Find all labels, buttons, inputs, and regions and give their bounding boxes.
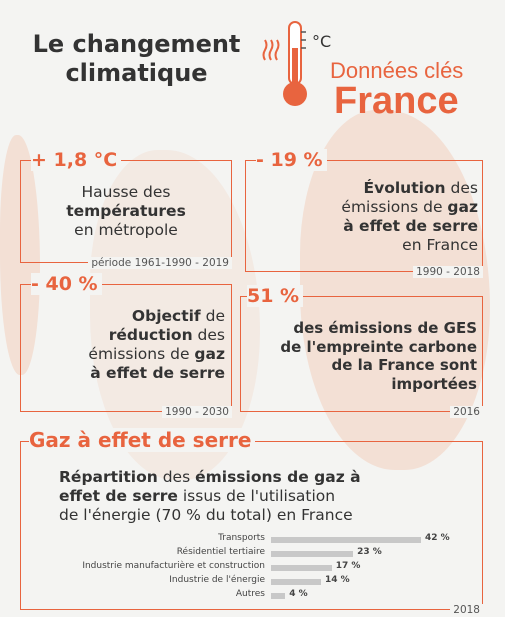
bar	[271, 537, 421, 543]
title-line-1: Le changement	[32, 30, 241, 58]
bar-row: Industrie de l'énergie 14 %	[21, 575, 484, 589]
bar	[271, 551, 354, 557]
bar	[271, 593, 286, 599]
stat-description: Hausse des températures en métropole	[66, 183, 186, 239]
ghg-section: Gaz à effet de serre Répartition des émi…	[20, 428, 484, 616]
degree-celsius-label: °C	[312, 32, 332, 51]
bar-category-label: Industrie manufacturière et construction	[82, 561, 265, 571]
country-label: France	[334, 80, 459, 122]
stat-value: - 19 %	[256, 149, 327, 171]
chart-subtitle: Répartition des émissions de gaz à effet…	[59, 468, 361, 524]
stat-period: 1990 - 2018	[413, 266, 483, 278]
page-title: Le changement climatique	[14, 30, 259, 88]
bar-row: Autres 4 %	[21, 589, 484, 603]
bar-category-label: Résidentiel tertiaire	[176, 547, 265, 557]
stat-card-reduction-goal: - 40 % Objectif de réduction des émissio…	[20, 273, 232, 418]
thermometer-icon	[283, 21, 307, 106]
stat-card-emissions-change: - 19 % Évolution des émissions de gaz à …	[245, 149, 483, 278]
bar	[271, 565, 332, 571]
bar-value-label: 42 %	[425, 533, 450, 543]
stat-card-temperature: + 1,8 °C Hausse des températures en métr…	[20, 149, 232, 269]
bar-value-label: 17 %	[335, 561, 361, 571]
bar-row: Résidentiel tertiaire 23 %	[21, 547, 484, 561]
bar-category-label: Autres	[235, 589, 265, 599]
stat-description: Objectif de réduction des émissions de g…	[88, 307, 225, 382]
stat-value: + 1,8 °C	[31, 149, 122, 171]
stat-value: - 40 %	[31, 273, 102, 295]
stat-period: 2016	[450, 406, 483, 418]
title-line-2: climatique	[65, 59, 208, 87]
heat-waves-icon	[262, 39, 280, 61]
bar	[271, 579, 321, 585]
chart-year: 2018	[450, 604, 483, 616]
bar-value-label: 4 %	[289, 589, 308, 599]
bar-row: Industrie manufacturière et construction…	[21, 561, 484, 575]
stat-description: des émissions de GES de l'empreinte carb…	[280, 319, 477, 393]
bar-category-label: Industrie de l'énergie	[169, 575, 265, 585]
stat-period: 1990 - 2030	[162, 406, 232, 418]
bar-value-label: 23 %	[357, 547, 382, 557]
stat-period: période 1961-1990 - 2019	[88, 257, 232, 269]
bar-row: Transports 42 %	[21, 533, 484, 547]
stat-description: Évolution des émissions de gaz à effet d…	[341, 179, 478, 254]
emissions-bar-chart: Transports 42 % Résidentiel tertiaire 23 % I…	[21, 533, 484, 605]
stat-card-imported-emissions: 51 % des émissions de GES de l'empreinte…	[240, 285, 483, 418]
section-title: Gaz à effet de serre	[29, 428, 256, 452]
bar-category-label: Transports	[218, 533, 265, 543]
stat-value: 51 %	[247, 285, 304, 307]
bar-value-label: 14 %	[325, 575, 350, 585]
